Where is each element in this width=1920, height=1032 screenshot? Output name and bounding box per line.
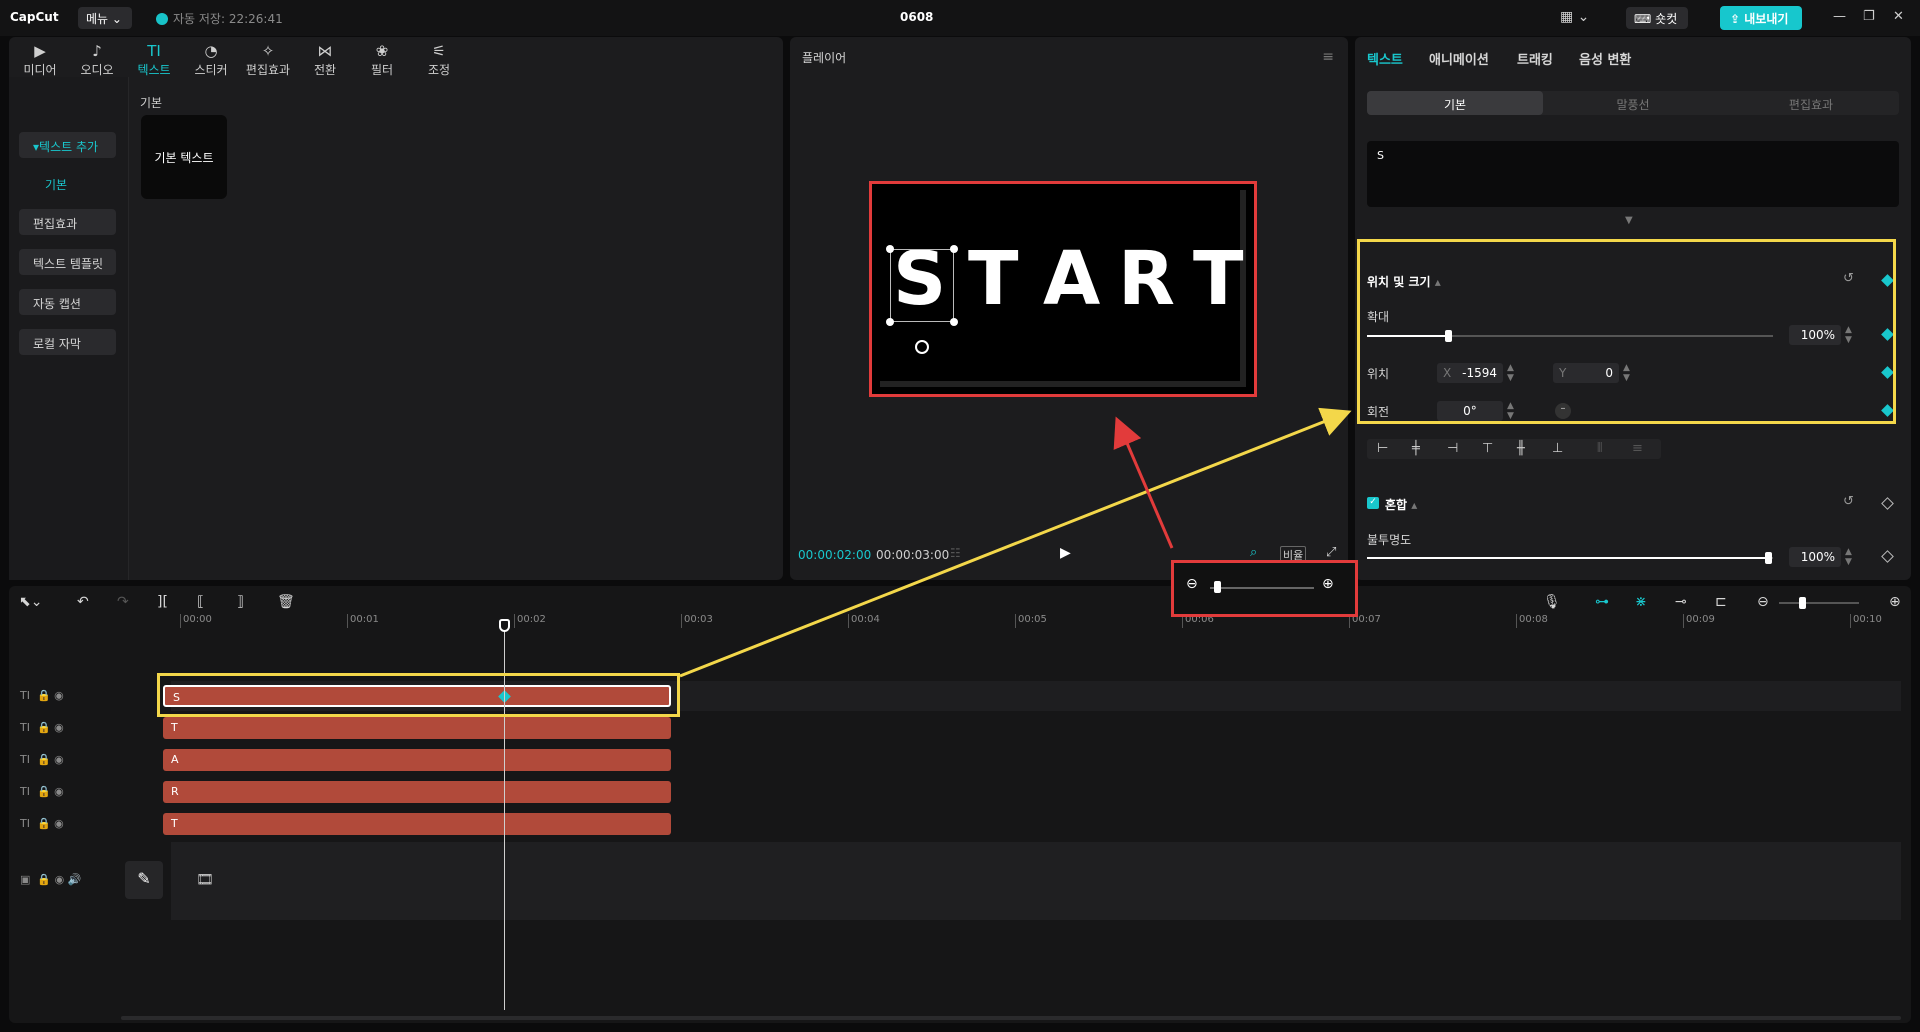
arrow-clip-to-inspector xyxy=(679,407,1352,678)
annotation-arrows xyxy=(679,407,1352,678)
